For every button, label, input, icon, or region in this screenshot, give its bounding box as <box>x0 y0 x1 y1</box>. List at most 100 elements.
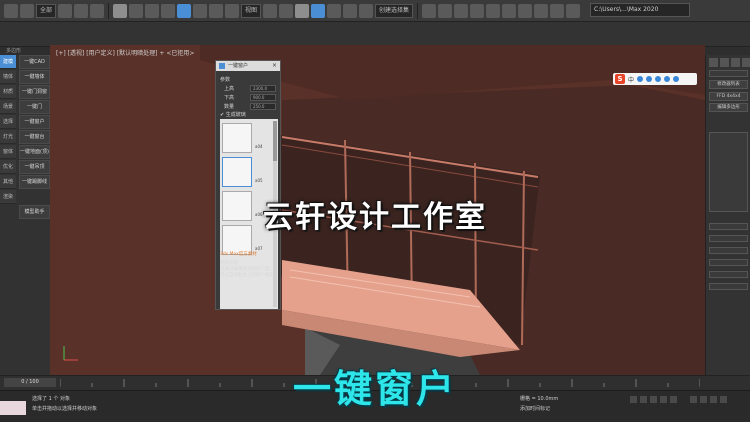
tab-modeling[interactable]: 建模 <box>0 55 16 69</box>
rollout-row[interactable] <box>709 271 748 278</box>
tab-light[interactable]: 灯光 <box>0 130 16 144</box>
named-selection-dropdown[interactable]: 创建选择集 <box>375 3 414 18</box>
ime-keyboard-icon[interactable] <box>655 76 662 82</box>
ime-menu-icon[interactable] <box>673 76 680 82</box>
sogou-logo-icon: S <box>615 74 625 84</box>
spinner-snap-icon[interactable] <box>343 3 358 18</box>
ime-toolbar[interactable]: S 中 <box>613 73 697 85</box>
object-name-field[interactable] <box>709 70 748 77</box>
percent-snap-icon[interactable] <box>327 3 342 18</box>
viewport-label[interactable]: [+] [透视] [用户定义] [默认明暗处理] + <已拒用> <box>56 48 194 57</box>
caption-overlay: 一键窗户 <box>292 367 457 411</box>
ribbon-icon[interactable] <box>470 3 485 18</box>
thumbnail-label: a05 <box>255 178 263 183</box>
undo-icon[interactable] <box>4 3 18 18</box>
place-icon[interactable] <box>225 3 240 18</box>
view-dropdown[interactable]: 视图 <box>241 3 262 18</box>
tab-material[interactable]: 材质 <box>0 85 16 99</box>
selection-filter-dropdown[interactable]: 全部 <box>36 3 57 18</box>
window-crossing-icon[interactable] <box>161 3 176 18</box>
window-thumbnail-selected[interactable] <box>222 157 252 187</box>
layer-icon[interactable] <box>454 3 469 18</box>
scale-icon[interactable] <box>209 3 224 18</box>
rollout-row[interactable] <box>709 247 748 254</box>
toolbar-separator <box>417 2 419 19</box>
one-click-window-dialog[interactable]: 一键窗户 × 参数 上高 2300.0 下高 900.0 数量 250.0 ✔ … <box>215 60 281 310</box>
angle-snap-icon[interactable] <box>311 3 326 18</box>
one-click-cad-button[interactable]: 一键CAD <box>19 55 50 69</box>
redo-icon[interactable] <box>20 3 34 18</box>
create-tab-icon[interactable] <box>709 58 718 67</box>
render-icon[interactable] <box>566 3 581 18</box>
curve-editor-icon[interactable] <box>486 3 501 18</box>
select-icon[interactable] <box>113 3 128 18</box>
glass-checkbox[interactable]: ✔ 生成玻璃 <box>220 111 246 118</box>
rollout-row[interactable] <box>709 259 748 266</box>
ime-language[interactable]: 中 <box>628 75 634 84</box>
material-editor-icon[interactable] <box>518 3 533 18</box>
one-click-opening-button[interactable]: 一键门洞窗洞 <box>19 85 50 107</box>
usage-help-text: 选择可编辑多边形窗户面，可以自动贴合上的窗户模型 <box>220 267 274 278</box>
dialog-title: 一键窗户 <box>228 63 249 69</box>
tab-optimize[interactable]: 优化 <box>0 160 16 174</box>
tab-other[interactable]: 其他 <box>0 175 16 189</box>
render-frame-icon[interactable] <box>550 3 565 18</box>
bind-icon[interactable] <box>90 3 105 18</box>
one-click-ceiling-button[interactable]: 一键吊顶 <box>19 160 50 174</box>
close-icon[interactable]: × <box>272 61 277 71</box>
one-click-sill-button[interactable]: 一键窗台 <box>19 130 50 144</box>
mirror-icon[interactable] <box>422 3 437 18</box>
modify-tab-icon[interactable] <box>720 58 729 67</box>
param-lower-input[interactable]: 900.0 <box>250 94 276 101</box>
rect-select-icon[interactable] <box>145 3 160 18</box>
tab-window[interactable]: 窗体 <box>0 145 16 159</box>
snap-icon[interactable] <box>295 3 310 18</box>
hierarchy-tab-icon[interactable] <box>731 58 740 67</box>
dialog-titlebar[interactable]: 一键窗户 × <box>216 61 280 71</box>
one-click-window-button[interactable]: 一键窗户 <box>19 115 50 129</box>
one-click-baseboard-button[interactable]: 一键踢脚线 <box>19 175 50 189</box>
one-click-door-button[interactable]: 一键门 <box>19 100 50 114</box>
one-click-floor-button[interactable]: 一键地面(顶) <box>19 145 50 159</box>
render-setup-icon[interactable] <box>534 3 549 18</box>
link-icon[interactable] <box>58 3 73 18</box>
motion-tab-icon[interactable] <box>742 58 750 67</box>
param-upper-input[interactable]: 2300.0 <box>250 85 276 92</box>
edit-named-sets-icon[interactable] <box>359 3 374 18</box>
toolbar-separator <box>108 2 110 19</box>
tab-select[interactable]: 选择 <box>0 115 16 129</box>
window-thumbnail[interactable] <box>222 123 252 153</box>
secondary-toolbar <box>0 22 750 47</box>
rollout-row[interactable] <box>709 283 748 290</box>
rotate-icon[interactable] <box>193 3 208 18</box>
one-click-wall-button[interactable]: 一键墙体 <box>19 70 50 84</box>
unlink-icon[interactable] <box>74 3 89 18</box>
move-icon[interactable] <box>177 3 192 18</box>
params-section-label: 参数 <box>220 77 231 83</box>
keyboard-shortcut-icon[interactable] <box>279 3 294 18</box>
project-path-field[interactable]: C:\Users\...\Max 2020 <box>590 3 690 17</box>
edit-poly-modifier-button[interactable]: 编辑多边形 <box>709 103 748 112</box>
official-asset-note: 3ds Max官方素材 <box>220 252 257 257</box>
usage-help: 使用说明 选择可编辑多边形窗户面，可以自动贴合上的窗户模型 <box>220 261 278 279</box>
param-count-input[interactable]: 250.0 <box>250 103 276 110</box>
select-by-name-icon[interactable] <box>129 3 144 18</box>
rollout-row[interactable] <box>709 235 748 242</box>
glass-checkbox-label: 生成玻璃 <box>225 112 246 118</box>
ime-mic-icon[interactable] <box>646 76 653 82</box>
ffd-modifier-button[interactable]: FFD 4x4x4 <box>709 92 748 101</box>
list-scrollbar-thumb[interactable] <box>273 121 277 161</box>
max-app-window: 全部 视图 创建选择集 C:\Users\...\Max 2020 多边形 [+… <box>0 0 750 422</box>
ime-skin-icon[interactable] <box>664 76 671 82</box>
param-label-lower: 下高 <box>224 95 235 101</box>
studio-title-overlay: 云轩设计工作室 <box>263 200 487 235</box>
tab-scene[interactable]: 场景 <box>0 100 16 114</box>
param-label-count: 数量 <box>224 104 235 110</box>
tab-wall[interactable]: 墙体 <box>0 70 16 84</box>
ime-punct-icon[interactable] <box>637 76 644 82</box>
modifier-list-dropdown[interactable]: 修改器列表 <box>709 80 748 89</box>
schematic-icon[interactable] <box>502 3 517 18</box>
pivot-icon[interactable] <box>263 3 278 18</box>
thumbnail-label: a04 <box>255 144 263 149</box>
align-icon[interactable] <box>438 3 453 18</box>
